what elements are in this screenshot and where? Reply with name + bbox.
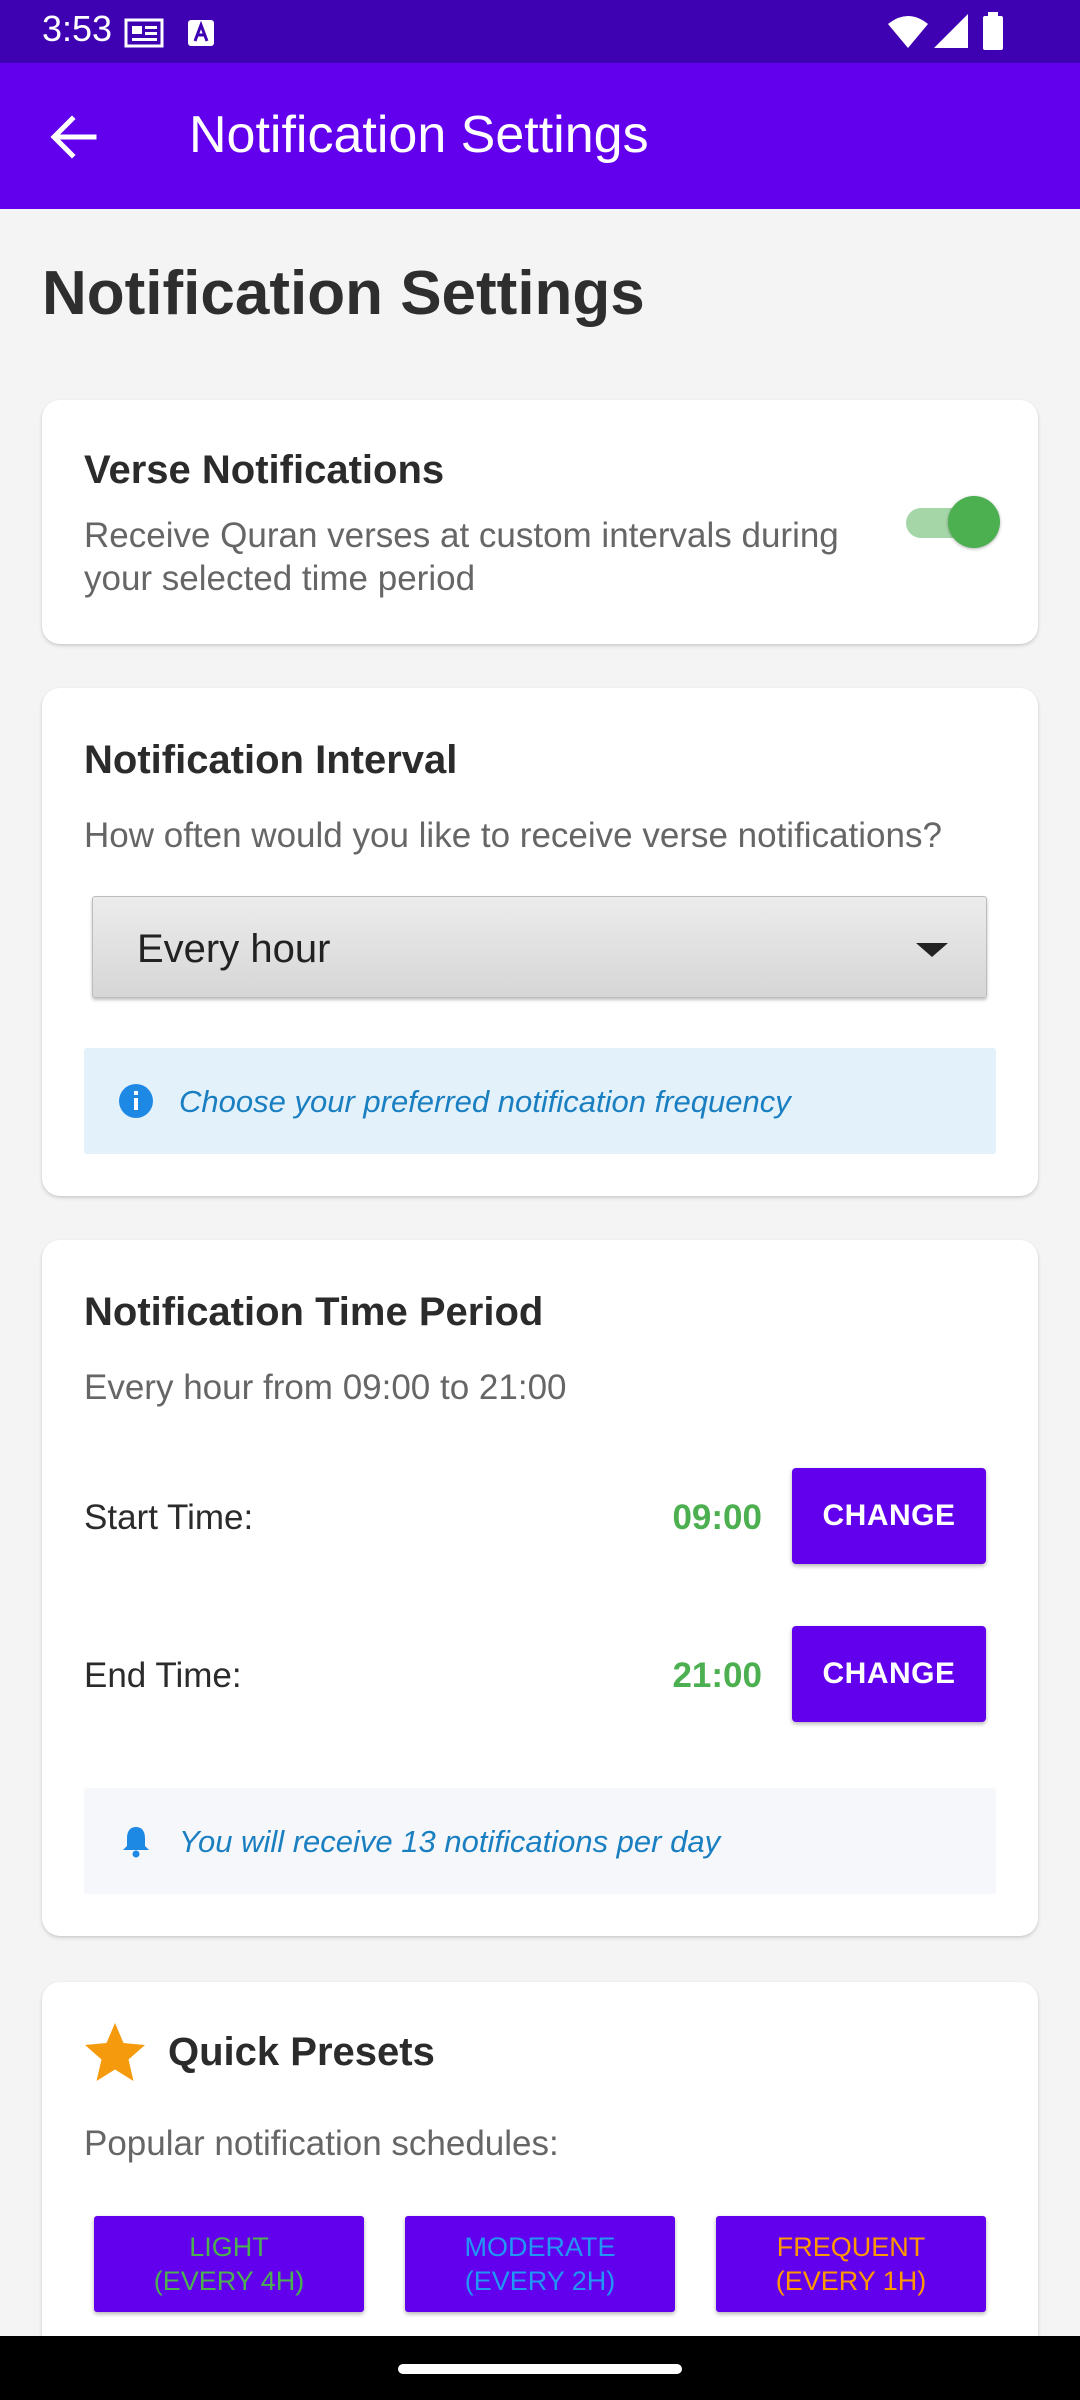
notification-count-text: You will receive 13 notifications per da… [179,1824,721,1859]
notification-count-box: You will receive 13 notifications per da… [84,1788,996,1894]
back-arrow-icon[interactable] [44,107,104,167]
quick-presets-card: Quick Presets Popular notification sched… [42,1982,1038,2342]
preset-moderate-label: MODERATE [464,2232,616,2262]
bell-icon [123,1827,149,1858]
app-bar-title: Notification Settings [189,106,649,164]
signal-icon [934,14,968,48]
dropdown-arrow-icon [916,943,948,957]
quick-presets-title: Quick Presets [168,2030,435,2074]
preset-frequent-button[interactable]: FREQUENT (EVERY 1H) [716,2216,986,2312]
change-end-time-button[interactable]: CHANGE [792,1626,986,1722]
verse-notifications-description: Receive Quran verses at custom intervals… [84,514,884,600]
time-period-summary: Every hour from 09:00 to 21:00 [84,1368,567,1407]
interval-info-box: Choose your preferred notification frequ… [84,1048,996,1154]
battery-icon [983,12,1003,50]
end-time-label: End Time: [84,1656,242,1695]
interval-dropdown-value: Every hour [137,927,331,971]
preset-frequent-interval: (EVERY 1H) [775,2266,927,2296]
star-icon [85,2023,145,2081]
preset-moderate-interval: (EVERY 2H) [464,2266,616,2296]
verse-notifications-card: Verse Notifications Receive Quran verses… [42,400,1038,644]
preset-moderate-button[interactable]: MODERATE (EVERY 2H) [405,2216,675,2312]
home-gesture-handle[interactable] [398,2364,682,2374]
preset-light-button[interactable]: LIGHT (EVERY 4H) [94,2216,364,2312]
preset-frequent-label: FREQUENT [776,2232,926,2262]
change-start-time-button[interactable]: CHANGE [792,1468,986,1564]
quick-presets-description: Popular notification schedules: [84,2124,559,2163]
page-title: Notification Settings [42,259,645,328]
verse-notifications-toggle[interactable] [902,492,1002,548]
end-time-value: 21:00 [672,1656,762,1695]
time-period-card: Notification Time Period Every hour from… [42,1240,1038,1936]
wifi-icon [888,16,928,48]
interval-dropdown[interactable]: Every hour [92,896,987,998]
toggle-thumb [948,496,1000,548]
status-bar: 3:53 [0,0,1080,63]
time-period-title: Notification Time Period [84,1290,544,1334]
verse-notifications-description-line2: your selected time period [84,559,476,598]
app-bar: Notification Settings [0,63,1080,209]
news-icon [124,18,164,48]
notification-interval-card: Notification Interval How often would yo… [42,688,1038,1196]
notification-interval-title: Notification Interval [84,738,458,782]
preset-light-interval: (EVERY 4H) [153,2266,305,2296]
start-time-value: 09:00 [672,1498,762,1537]
info-icon [119,1084,153,1118]
preset-light-label: LIGHT [189,2232,269,2262]
start-time-label: Start Time: [84,1498,254,1537]
text-format-icon [188,20,214,46]
notification-interval-description: How often would you like to receive vers… [84,816,942,855]
system-nav-bar [0,2336,1080,2400]
verse-notifications-description-line1: Receive Quran verses at custom intervals… [84,516,839,555]
interval-info-text: Choose your preferred notification frequ… [179,1084,791,1119]
status-time: 3:53 [42,8,113,49]
verse-notifications-title: Verse Notifications [84,448,445,492]
